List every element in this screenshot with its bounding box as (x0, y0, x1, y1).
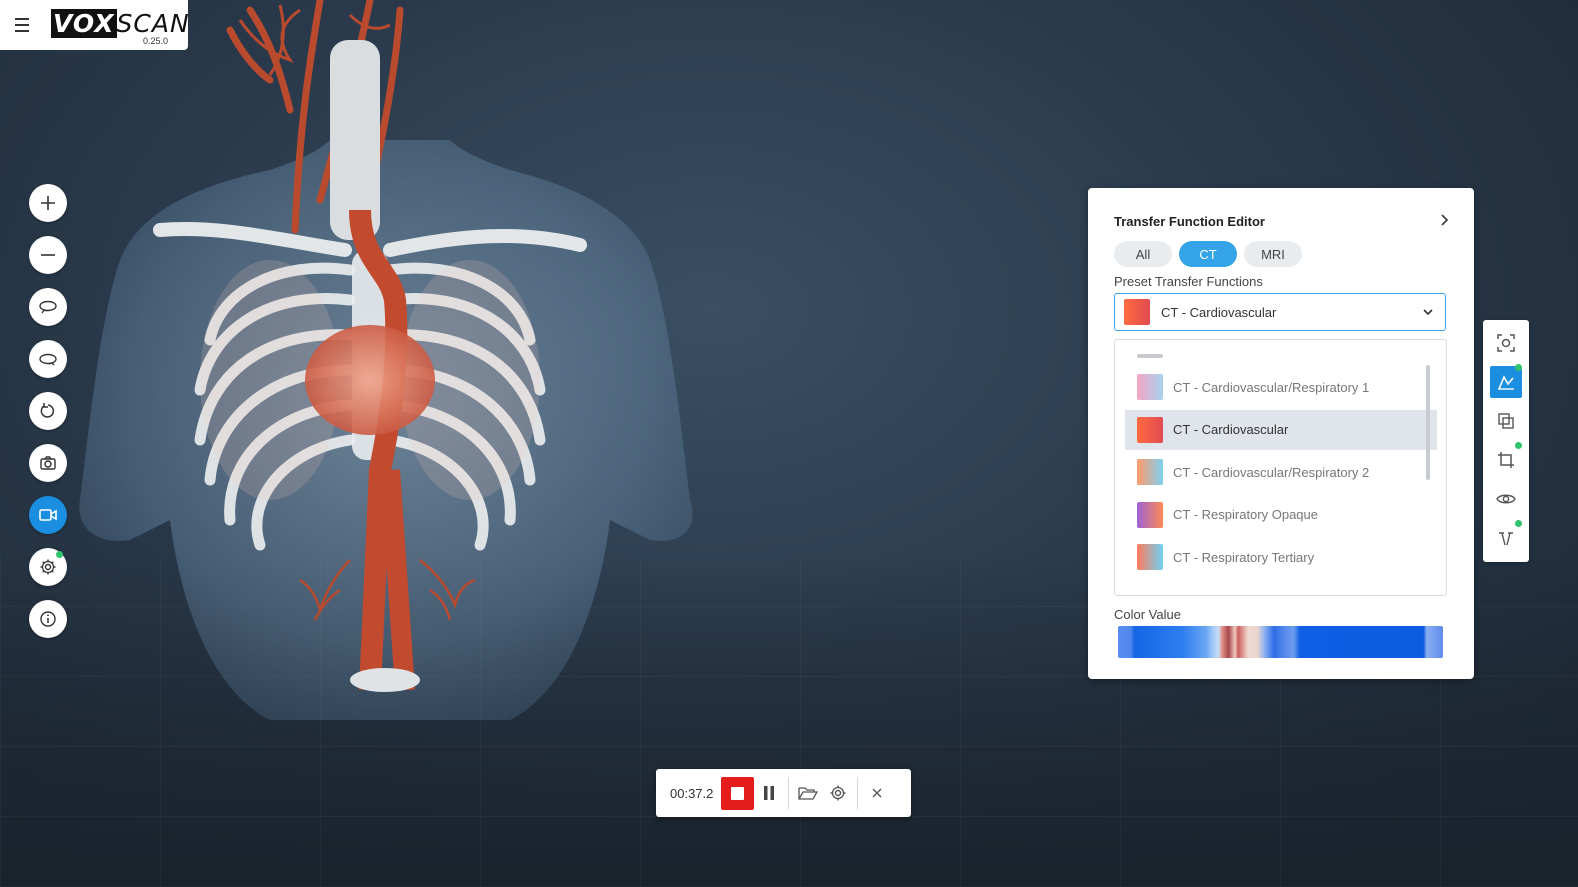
visibility-button[interactable] (1490, 483, 1522, 515)
pause-icon (764, 786, 775, 800)
plus-icon (41, 196, 55, 210)
zoom-in-button[interactable] (29, 184, 67, 222)
pause-recording-button[interactable] (754, 778, 784, 808)
tab-all[interactable]: All (1114, 241, 1172, 267)
panel-title: Transfer Function Editor (1114, 214, 1265, 229)
crop-icon (1498, 452, 1514, 468)
color-value-label: Color Value (1114, 607, 1181, 622)
tab-mri[interactable]: MRI (1244, 241, 1302, 267)
divider (857, 777, 859, 809)
preset-select[interactable]: CT - Cardiovascular (1114, 293, 1446, 331)
color-value-gradient[interactable] (1118, 626, 1443, 658)
chevron-right-icon (1441, 214, 1449, 226)
preset-swatch (1124, 299, 1150, 325)
modality-tabs: All CT MRI (1114, 241, 1302, 267)
undo-icon (40, 403, 55, 418)
preset-label: Preset Transfer Functions (1114, 274, 1263, 289)
stop-icon (731, 786, 745, 800)
option-swatch (1137, 501, 1163, 528)
focus-scan-icon (1497, 334, 1515, 352)
preset-option[interactable]: CT - Cardiovascular/Respiratory 1 (1125, 367, 1437, 407)
app-version: 0.25.0 (143, 36, 169, 46)
collapse-panel-button[interactable] (1436, 212, 1452, 228)
info-button[interactable] (29, 600, 67, 638)
option-label: CT - Cardiovascular/Respiratory 2 (1173, 464, 1370, 480)
folder-open-icon (798, 787, 819, 800)
rotate-vertical-button[interactable] (29, 340, 67, 378)
right-toolbar (1483, 320, 1529, 562)
camera-icon (40, 456, 56, 470)
notification-badge (1515, 364, 1522, 371)
close-icon (872, 788, 882, 798)
notification-badge (56, 551, 63, 558)
preset-option-selected[interactable]: CT - Cardiovascular (1125, 409, 1437, 450)
layers-icon (1498, 413, 1514, 429)
gear-icon (40, 559, 56, 575)
stop-recording-button[interactable] (721, 776, 755, 810)
zoom-out-button[interactable] (29, 236, 67, 274)
option-swatch (1137, 374, 1163, 400)
preset-option[interactable]: CT - Respiratory Opaque (1125, 495, 1437, 535)
minus-icon (41, 254, 55, 256)
reset-view-button[interactable] (29, 392, 67, 430)
preset-select-value: CT - Cardiovascular (1161, 304, 1277, 320)
video-icon (39, 509, 57, 521)
preset-dropdown-list[interactable]: CT - Cardiovascular/Respiratory 1 CT - C… (1114, 339, 1447, 596)
gear-icon (830, 785, 846, 801)
orbit-alt-icon (39, 353, 57, 366)
option-label: CT - Respiratory Opaque (1173, 507, 1318, 523)
close-recording-button[interactable] (862, 778, 892, 808)
settings-button[interactable] (29, 548, 67, 586)
chevron-down-icon (1423, 309, 1433, 316)
focus-button[interactable] (1490, 327, 1522, 359)
segmentation-button[interactable] (1490, 520, 1522, 554)
anatomy-3d-viewport[interactable] (60, 0, 720, 720)
option-label: CT - Cardiovascular (1173, 422, 1289, 438)
preset-option[interactable]: CT - Respiratory Tertiary (1125, 537, 1437, 577)
dropdown-scrollbar[interactable] (1426, 365, 1430, 480)
option-swatch (1137, 416, 1163, 443)
notification-badge (1515, 520, 1522, 527)
histogram-icon (1498, 375, 1514, 390)
crop-button[interactable] (1490, 442, 1522, 476)
open-folder-button[interactable] (793, 778, 823, 808)
menu-icon[interactable] (15, 14, 37, 36)
preset-option[interactable]: CT - Cardiovascular/Respiratory 2 (1125, 452, 1437, 492)
divider (788, 777, 790, 809)
eye-icon (1496, 494, 1516, 504)
screenshot-button[interactable] (29, 444, 67, 482)
heart (305, 325, 435, 435)
transfer-function-button[interactable] (1490, 364, 1522, 398)
option-label: CT - Cardiovascular/Respiratory 1 (1173, 379, 1370, 395)
orbit-icon (39, 300, 57, 314)
recording-timer: 00:37.2 (670, 785, 714, 801)
option-swatch (1137, 459, 1163, 486)
option-swatch (1137, 544, 1163, 571)
recording-bar: 00:37.2 (656, 769, 911, 817)
left-toolbar (29, 184, 67, 652)
option-label: CT - Respiratory Tertiary (1173, 549, 1315, 565)
app-header: VOXSCAN 0.25.0 (0, 0, 189, 50)
rotate-horizontal-button[interactable] (29, 288, 67, 326)
cut-icon (1499, 532, 1513, 546)
layers-button[interactable] (1490, 405, 1522, 437)
info-icon (40, 611, 56, 627)
tab-ct[interactable]: CT (1179, 241, 1237, 267)
list-handle (1137, 354, 1163, 358)
transfer-function-editor-panel: Transfer Function Editor All CT MRI Pres… (1088, 188, 1474, 679)
notification-badge (1515, 442, 1522, 449)
record-video-button[interactable] (29, 496, 67, 534)
recording-settings-button[interactable] (823, 778, 853, 808)
